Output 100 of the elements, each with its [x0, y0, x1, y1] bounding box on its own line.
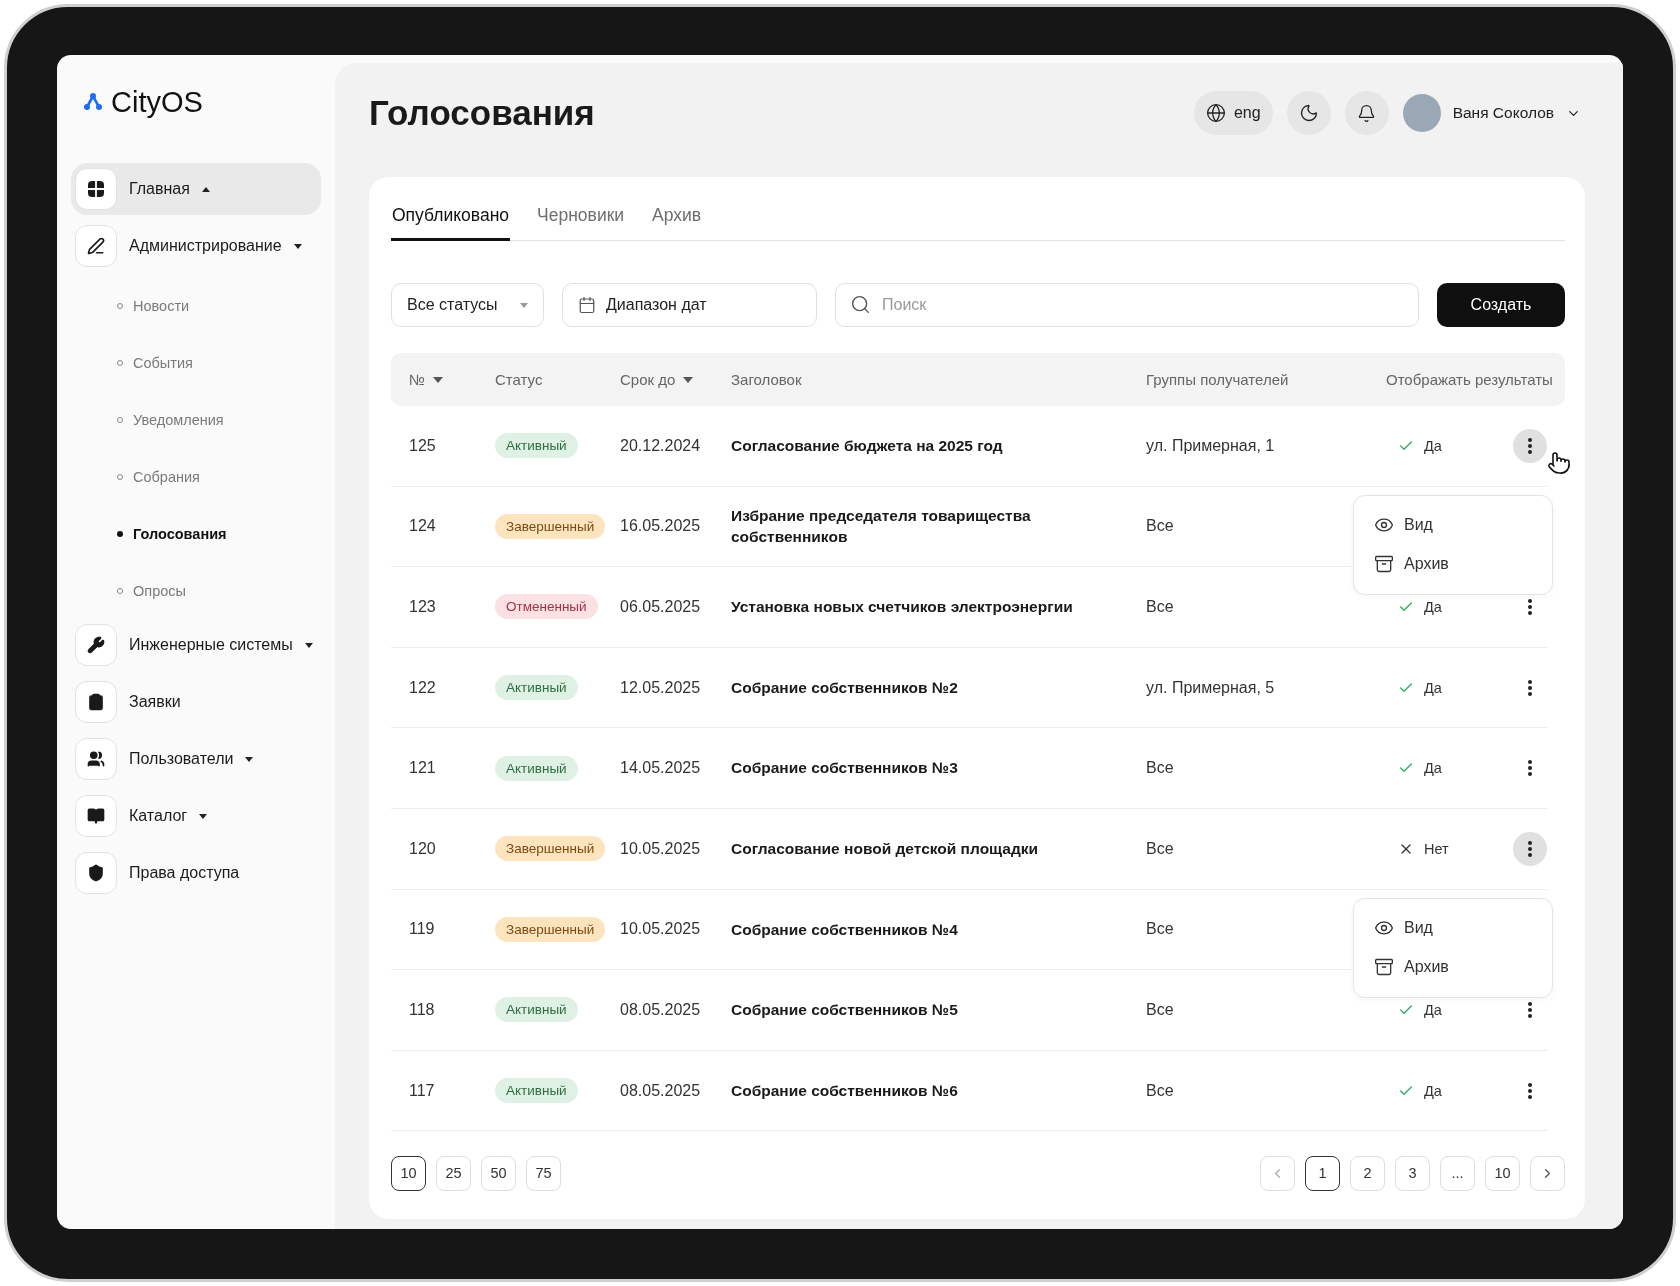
column-header: Статус: [495, 371, 543, 388]
tab[interactable]: Архив: [651, 199, 703, 241]
grid-icon: [87, 180, 105, 198]
table-cell: 10.05.2025: [620, 839, 701, 858]
column-header: Заголовок: [731, 371, 802, 388]
table-cell-text: Собрание собственников №6: [731, 1080, 959, 1101]
search-field[interactable]: Поиск: [835, 283, 1419, 327]
table-cell: 16.05.2025: [620, 517, 701, 536]
shield-icon: [87, 864, 105, 882]
status-tag: Завершенный: [495, 513, 606, 539]
column-header: Отображать результаты: [1386, 371, 1553, 388]
more-icon: [1528, 679, 1532, 696]
nav-item[interactable]: Главная: [71, 163, 321, 215]
table-cell: 20.12.2024: [620, 436, 701, 455]
table-cell-text: Согласование бюджета на 2025 год: [731, 435, 1004, 456]
book-icon: [87, 807, 105, 825]
table-cell: 121: [409, 759, 436, 778]
table-cell-text: Собрание собственников №2: [731, 677, 959, 698]
avatar: [1402, 94, 1441, 132]
results-value: Да: [1398, 1082, 1442, 1099]
date-range-field[interactable]: Диапазон дат: [562, 283, 817, 327]
results-value: Нет: [1398, 840, 1449, 857]
more-icon: [1528, 760, 1532, 777]
table-cell-text: Установка новых счетчиков электроэнергии: [731, 597, 1074, 618]
page-size-button[interactable]: 75: [526, 1155, 561, 1191]
page-size-button[interactable]: 25: [436, 1155, 471, 1191]
more-icon: [1528, 840, 1532, 857]
nav-subitem[interactable]: Собрания: [71, 448, 321, 505]
table-cell: Все: [1146, 517, 1174, 536]
table-cell: Все: [1146, 598, 1174, 616]
status-tag: Активный: [495, 997, 578, 1023]
archive-icon: [1374, 957, 1394, 978]
nav-item[interactable]: Инженерные системы: [71, 619, 321, 671]
table-cell: 10.05.2025: [620, 920, 701, 939]
status-select[interactable]: Все статусы: [391, 283, 544, 327]
table-cell: Все: [1146, 920, 1174, 939]
nav-subitem[interactable]: Опросы: [71, 562, 321, 619]
sort-icon[interactable]: [433, 376, 444, 383]
nav-subitem[interactable]: Уведомления: [71, 391, 321, 448]
table-cell: Все: [1146, 839, 1174, 858]
logo-text: CityOS: [111, 85, 203, 119]
page-button[interactable]: 10: [1485, 1155, 1520, 1191]
page-button[interactable]: 3: [1395, 1155, 1430, 1191]
nav-subitem[interactable]: Голосования: [71, 505, 321, 562]
logo-icon: [83, 92, 103, 112]
more-button[interactable]: [1513, 428, 1547, 463]
sort-icon[interactable]: [683, 376, 694, 383]
nav-item[interactable]: Пользователи: [71, 733, 321, 785]
nav-item[interactable]: Права доступа: [71, 847, 321, 899]
menu-item[interactable]: Архив: [1354, 544, 1552, 584]
table-cell-text: Согласование новой детской площадки: [731, 838, 1040, 859]
nav-subitem[interactable]: Новости: [71, 277, 321, 334]
table-cell: 08.05.2025: [620, 1000, 701, 1019]
menu-item[interactable]: Архив: [1354, 947, 1552, 987]
page-size-button[interactable]: 10: [391, 1155, 426, 1191]
archive-icon: [1374, 554, 1394, 575]
tab[interactable]: Опубликовано: [391, 199, 511, 241]
nav-item[interactable]: Администрирование: [71, 220, 321, 272]
results-value: Да: [1398, 679, 1442, 696]
column-header: Срок до: [620, 371, 676, 388]
users-icon: [87, 750, 105, 768]
caret-icon: [520, 302, 528, 308]
table-cell-text: Собрание собственников №5: [731, 1000, 959, 1021]
status-tag: Завершенный: [495, 836, 606, 862]
table-cell: ул. Примерная, 5: [1146, 678, 1275, 697]
more-button[interactable]: [1513, 831, 1547, 866]
table-cell: 06.05.2025: [620, 598, 701, 616]
pen-icon: [87, 237, 105, 255]
bell-icon: [1357, 103, 1377, 123]
nav-subitem[interactable]: События: [71, 334, 321, 391]
language-button[interactable]: eng: [1193, 91, 1273, 135]
column-header: Группы получателей: [1146, 371, 1289, 388]
hand-cursor-icon: [1547, 451, 1571, 476]
user-menu[interactable]: Ваня Соколов: [1402, 94, 1585, 132]
theme-button[interactable]: [1286, 91, 1331, 135]
more-icon: [1528, 599, 1532, 615]
tab[interactable]: Черновики: [536, 199, 626, 241]
nav-item[interactable]: Каталог: [71, 790, 321, 842]
status-tag: Активный: [495, 1078, 578, 1104]
table-cell: 124: [409, 517, 436, 536]
results-value: Да: [1398, 599, 1442, 615]
more-icon: [1528, 1082, 1532, 1099]
menu-item[interactable]: Вид: [1354, 505, 1552, 545]
table-cell: 14.05.2025: [620, 759, 701, 778]
create-button[interactable]: Создать: [1437, 283, 1565, 327]
menu-item[interactable]: Вид: [1354, 908, 1552, 948]
moon-icon: [1298, 103, 1319, 123]
page-button[interactable]: 1: [1305, 1155, 1340, 1191]
table-cell: 118: [409, 1000, 435, 1019]
notifications-button[interactable]: [1344, 91, 1389, 135]
page-size-button[interactable]: 50: [481, 1155, 516, 1191]
nav-item[interactable]: Заявки: [71, 676, 321, 728]
page-button[interactable]: 2: [1350, 1155, 1385, 1191]
search-icon: [850, 294, 871, 315]
more-icon: [1528, 1001, 1532, 1018]
results-value: Да: [1398, 1001, 1442, 1018]
results-value: Да: [1398, 760, 1442, 777]
page-button[interactable]: ...: [1440, 1155, 1475, 1191]
table-cell: ул. Примерная, 1: [1146, 436, 1275, 455]
table-cell-text: Избрание председателя товарищества собственников: [731, 505, 1032, 548]
